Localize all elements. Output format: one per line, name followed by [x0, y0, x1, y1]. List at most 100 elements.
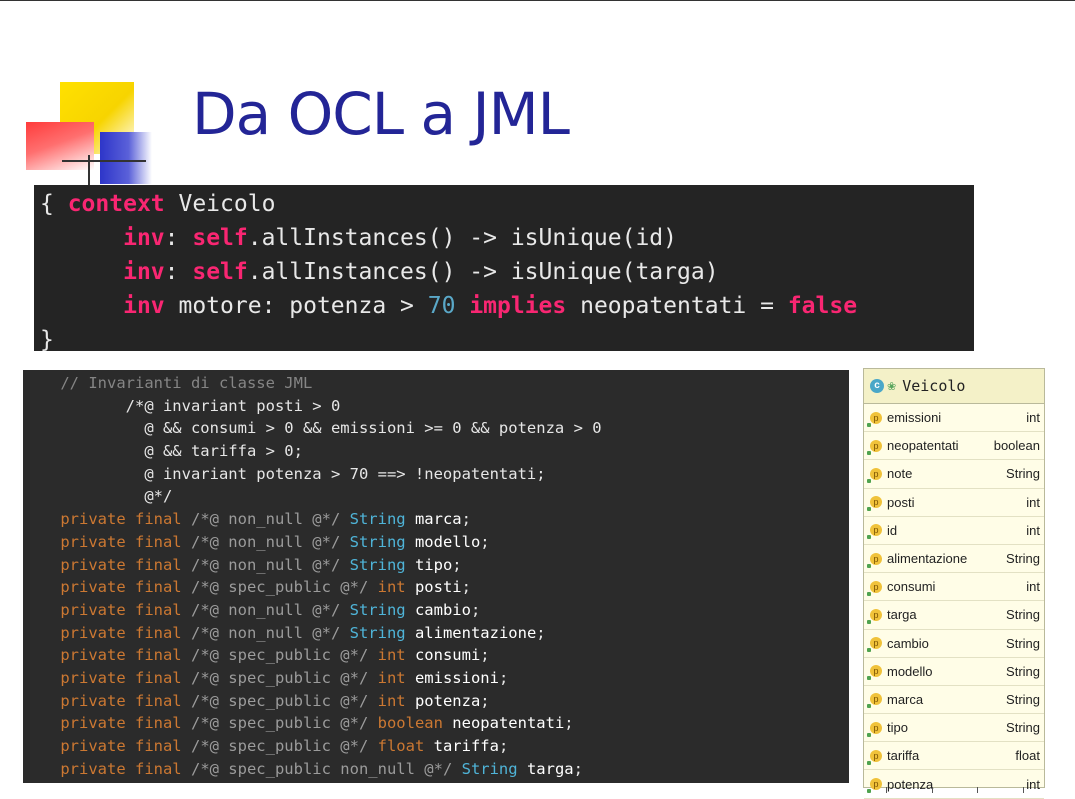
- property-type: String: [1006, 466, 1040, 482]
- uml-property-row[interactable]: p consumi int: [864, 573, 1044, 602]
- top-divider: [0, 0, 1075, 1]
- uml-property-row[interactable]: p note String: [864, 460, 1044, 489]
- uml-property-row[interactable]: p modello String: [864, 658, 1044, 686]
- logo-rule-vertical: [88, 155, 90, 185]
- property-icon: p: [867, 608, 882, 624]
- field-type: String: [349, 532, 406, 551]
- ocl-line-2: inv: self.allInstances() -> isUnique(id): [40, 221, 974, 255]
- ocl-line-1: { context Veicolo: [40, 187, 974, 221]
- property-icon: p: [867, 693, 882, 709]
- property-type: String: [1006, 551, 1040, 567]
- field-annotation: /*@ non_null @*/: [190, 555, 350, 574]
- ocl-keyword-self: self: [192, 259, 248, 285]
- field-space: [424, 737, 433, 755]
- property-type: int: [1026, 410, 1040, 426]
- ocl-expression: motore: potenza >: [164, 293, 428, 319]
- uml-connector-ticks: [864, 787, 1046, 795]
- ocl-class-name: Veicolo: [164, 191, 276, 217]
- property-icon: p: [867, 721, 882, 737]
- property-name: targa: [887, 607, 917, 623]
- ocl-expression: .allInstances() -> isUnique(targa): [247, 259, 719, 285]
- slide-title: Da OCL a JML: [192, 80, 570, 148]
- property-icon: p: [867, 749, 882, 765]
- field-annotation: /*@ non_null @*/: [190, 532, 350, 551]
- uml-class-header: c ❀ Veicolo: [864, 369, 1044, 404]
- logo-red-square: [26, 122, 94, 170]
- property-name: alimentazione: [887, 551, 968, 567]
- field-space: [406, 601, 415, 619]
- property-name: emissioni: [887, 410, 942, 426]
- property-name: tariffa: [887, 748, 920, 764]
- jml-field-line: private final /*@ spec_public @*/ int po…: [23, 576, 849, 599]
- field-space: [518, 760, 527, 778]
- property-type: int: [1026, 579, 1040, 595]
- property-icon: p: [867, 552, 882, 568]
- connector-tick: [1022, 787, 1024, 793]
- field-name: tipo: [414, 555, 453, 574]
- field-type: String: [349, 600, 406, 619]
- ocl-line-3: inv: self.allInstances() -> isUnique(tar…: [40, 255, 974, 289]
- jml-field-line: private final /*@ spec_public non_null @…: [23, 758, 849, 781]
- field-semicolon: ;: [536, 623, 546, 642]
- field-primitive-type: int: [377, 646, 406, 665]
- field-annotation: /*@ non_null @*/: [190, 623, 350, 642]
- property-icon: p: [867, 439, 882, 455]
- uml-property-row[interactable]: p id int: [864, 517, 1044, 545]
- field-name: neopatentati: [452, 714, 565, 733]
- field-modifiers: private final: [23, 668, 191, 687]
- uml-property-row[interactable]: p marca String: [864, 686, 1044, 715]
- ocl-colon: :: [164, 225, 193, 251]
- jml-field-line: private final /*@ non_null @*/ String ma…: [23, 508, 849, 531]
- field-space: [406, 510, 415, 528]
- field-name: alimentazione: [414, 623, 537, 642]
- field-space: [406, 533, 415, 551]
- uml-property-row[interactable]: p alimentazione String: [864, 545, 1044, 574]
- property-type: String: [1006, 663, 1040, 679]
- logo-rule: [62, 160, 146, 162]
- field-annotation: /*@ non_null @*/: [190, 510, 350, 529]
- property-icon: p: [867, 637, 882, 653]
- field-space: [443, 714, 452, 732]
- field-semicolon: ;: [461, 578, 471, 597]
- field-semicolon: ;: [498, 668, 509, 687]
- jml-field-line: private final /*@ non_null @*/ String ca…: [23, 599, 849, 622]
- ocl-keyword-false: false: [787, 293, 858, 319]
- field-name: cambio: [414, 600, 471, 619]
- property-type: int: [1026, 494, 1040, 510]
- field-space: [406, 646, 415, 664]
- ocl-number: 70: [427, 293, 456, 319]
- field-type: String: [349, 555, 406, 574]
- uml-property-row[interactable]: p cambio String: [864, 630, 1044, 658]
- jml-field-line: private final /*@ non_null @*/ String al…: [23, 622, 849, 645]
- field-semicolon: ;: [573, 759, 583, 778]
- logo-blue-square: [100, 132, 152, 184]
- field-type: String: [349, 623, 406, 642]
- field-name: targa: [526, 759, 574, 778]
- property-name: modello: [887, 663, 933, 679]
- field-primitive-type: int: [377, 578, 406, 597]
- ocl-colon: :: [164, 259, 193, 285]
- field-annotation: /*@ spec_public @*/: [190, 737, 378, 755]
- uml-property-row[interactable]: p posti int: [864, 489, 1044, 517]
- uml-property-row[interactable]: p tipo String: [864, 714, 1044, 743]
- uml-property-row[interactable]: p neopatentati boolean: [864, 432, 1044, 461]
- ocl-indent: [40, 225, 123, 251]
- uml-property-row[interactable]: p targa String: [864, 601, 1044, 630]
- property-type: float: [1015, 748, 1040, 764]
- jml-code-editor: // Invarianti di classe JML /*@ invarian…: [23, 370, 849, 783]
- ocl-keyword-context: context: [67, 191, 165, 217]
- uml-property-row[interactable]: p emissioni int: [864, 404, 1044, 433]
- ocl-keyword-inv: inv: [123, 293, 165, 319]
- field-annotation: /*@ non_null @*/: [190, 600, 350, 619]
- ocl-space: [455, 293, 469, 319]
- field-annotation: /*@ spec_public @*/: [190, 691, 378, 710]
- jml-field-line: private final /*@ spec_public @*/ int co…: [23, 644, 849, 667]
- field-annotation: /*@ spec_public @*/: [190, 668, 378, 687]
- jml-field-line: private final /*@ non_null @*/ String ti…: [23, 554, 849, 577]
- jml-invariant-line: @ && tariffa > 0;: [23, 442, 303, 461]
- field-semicolon: ;: [470, 600, 481, 619]
- uml-property-row[interactable]: p tariffa float: [864, 742, 1044, 771]
- uml-class-diagram[interactable]: c ❀ Veicolo p emissioni int p neopatentati bo…: [863, 368, 1045, 799]
- field-modifiers: private final: [23, 759, 191, 778]
- ocl-keyword-inv: inv: [123, 225, 165, 251]
